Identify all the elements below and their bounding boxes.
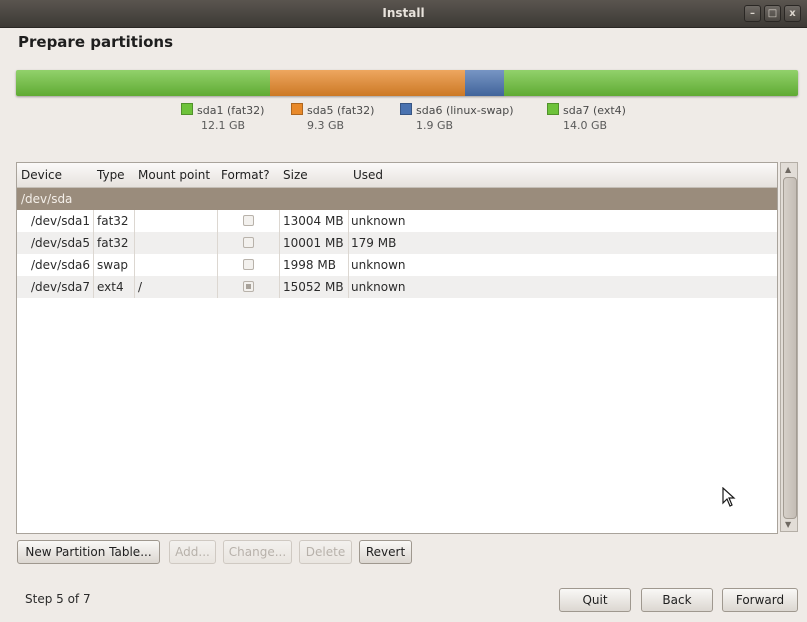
- row-size: 1998 MB: [283, 258, 336, 272]
- row-type: swap: [97, 258, 129, 272]
- legend-label: sda6 (linux-swap): [416, 104, 514, 117]
- row-used: unknown: [351, 214, 406, 228]
- scrollbar-thumb[interactable]: [783, 177, 797, 519]
- row-used: unknown: [351, 258, 406, 272]
- table-row[interactable]: /dev/sda1 fat32 13004 MB unknown: [17, 210, 777, 232]
- change-button[interactable]: Change...: [223, 540, 292, 564]
- partition-table[interactable]: Device Type Mount point Format? Size Use…: [16, 162, 778, 534]
- mouse-pointer-icon: [722, 487, 736, 507]
- row-used: 179 MB: [351, 236, 397, 250]
- format-checkbox[interactable]: [243, 215, 254, 226]
- legend-swatch: [291, 103, 303, 115]
- minimize-button[interactable]: –: [744, 5, 761, 22]
- table-row[interactable]: /dev/sda7 ext4 / 15052 MB unknown: [17, 276, 777, 298]
- close-button[interactable]: x: [784, 5, 801, 22]
- row-type: fat32: [97, 214, 129, 228]
- scroll-down-icon[interactable]: ▼: [785, 520, 791, 529]
- row-mount: /: [138, 280, 143, 294]
- partition-bar: [16, 70, 798, 96]
- revert-button[interactable]: Revert: [359, 540, 412, 564]
- row-size: 13004 MB: [283, 214, 344, 228]
- back-button[interactable]: Back: [641, 588, 713, 612]
- group-device: /dev/sda: [21, 192, 73, 206]
- format-checkbox[interactable]: [243, 259, 254, 270]
- window-titlebar: Install – □ x: [0, 0, 807, 28]
- column-header-used[interactable]: Used: [353, 168, 383, 182]
- row-device: /dev/sda5: [31, 236, 91, 250]
- column-header-size[interactable]: Size: [283, 168, 308, 182]
- partition-legend: sda1 (fat32) 12.1 GB sda5 (fat32) 9.3 GB…: [0, 103, 807, 139]
- row-device: /dev/sda6: [31, 258, 91, 272]
- format-checkbox[interactable]: [243, 237, 254, 248]
- table-group-row[interactable]: /dev/sda: [17, 188, 777, 210]
- new-partition-table-button[interactable]: New Partition Table...: [17, 540, 160, 564]
- partition-segment-sda6: [464, 70, 505, 96]
- partition-segment-sda7: [504, 70, 798, 96]
- column-header-type[interactable]: Type: [97, 168, 125, 182]
- maximize-button[interactable]: □: [764, 5, 781, 22]
- legend-label: sda7 (ext4): [563, 104, 626, 117]
- partition-segment-sda1: [16, 70, 270, 96]
- legend-item-sda6: sda6 (linux-swap) 1.9 GB: [400, 103, 514, 132]
- legend-label: sda5 (fat32): [307, 104, 375, 117]
- format-checkbox[interactable]: [243, 281, 254, 292]
- page-title: Prepare partitions: [18, 33, 174, 51]
- row-device: /dev/sda1: [31, 214, 91, 228]
- row-type: ext4: [97, 280, 124, 294]
- table-header: Device Type Mount point Format? Size Use…: [17, 163, 777, 188]
- row-used: unknown: [351, 280, 406, 294]
- legend-swatch: [400, 103, 412, 115]
- partition-segment-sda5: [269, 70, 465, 96]
- legend-size: 9.3 GB: [307, 119, 345, 132]
- scroll-up-icon[interactable]: ▲: [785, 165, 791, 174]
- legend-size: 12.1 GB: [201, 119, 246, 132]
- row-size: 10001 MB: [283, 236, 344, 250]
- legend-item-sda7: sda7 (ext4) 14.0 GB: [547, 103, 626, 132]
- forward-button[interactable]: Forward: [722, 588, 798, 612]
- row-device: /dev/sda7: [31, 280, 91, 294]
- legend-size: 1.9 GB: [416, 119, 454, 132]
- legend-item-sda5: sda5 (fat32) 9.3 GB: [291, 103, 374, 132]
- step-indicator: Step 5 of 7: [25, 592, 91, 606]
- row-size: 15052 MB: [283, 280, 344, 294]
- table-scrollbar[interactable]: ▲ ▼: [780, 162, 798, 532]
- quit-button[interactable]: Quit: [559, 588, 631, 612]
- delete-button[interactable]: Delete: [299, 540, 352, 564]
- column-header-mount-point[interactable]: Mount point: [138, 168, 210, 182]
- legend-label: sda1 (fat32): [197, 104, 265, 117]
- table-row[interactable]: /dev/sda6 swap 1998 MB unknown: [17, 254, 777, 276]
- legend-item-sda1: sda1 (fat32) 12.1 GB: [181, 103, 264, 132]
- window-title: Install: [382, 6, 425, 20]
- column-header-device[interactable]: Device: [21, 168, 62, 182]
- legend-swatch: [181, 103, 193, 115]
- table-row[interactable]: /dev/sda5 fat32 10001 MB 179 MB: [17, 232, 777, 254]
- column-header-format[interactable]: Format?: [221, 168, 270, 182]
- legend-swatch: [547, 103, 559, 115]
- add-button[interactable]: Add...: [169, 540, 216, 564]
- legend-size: 14.0 GB: [563, 119, 608, 132]
- row-type: fat32: [97, 236, 129, 250]
